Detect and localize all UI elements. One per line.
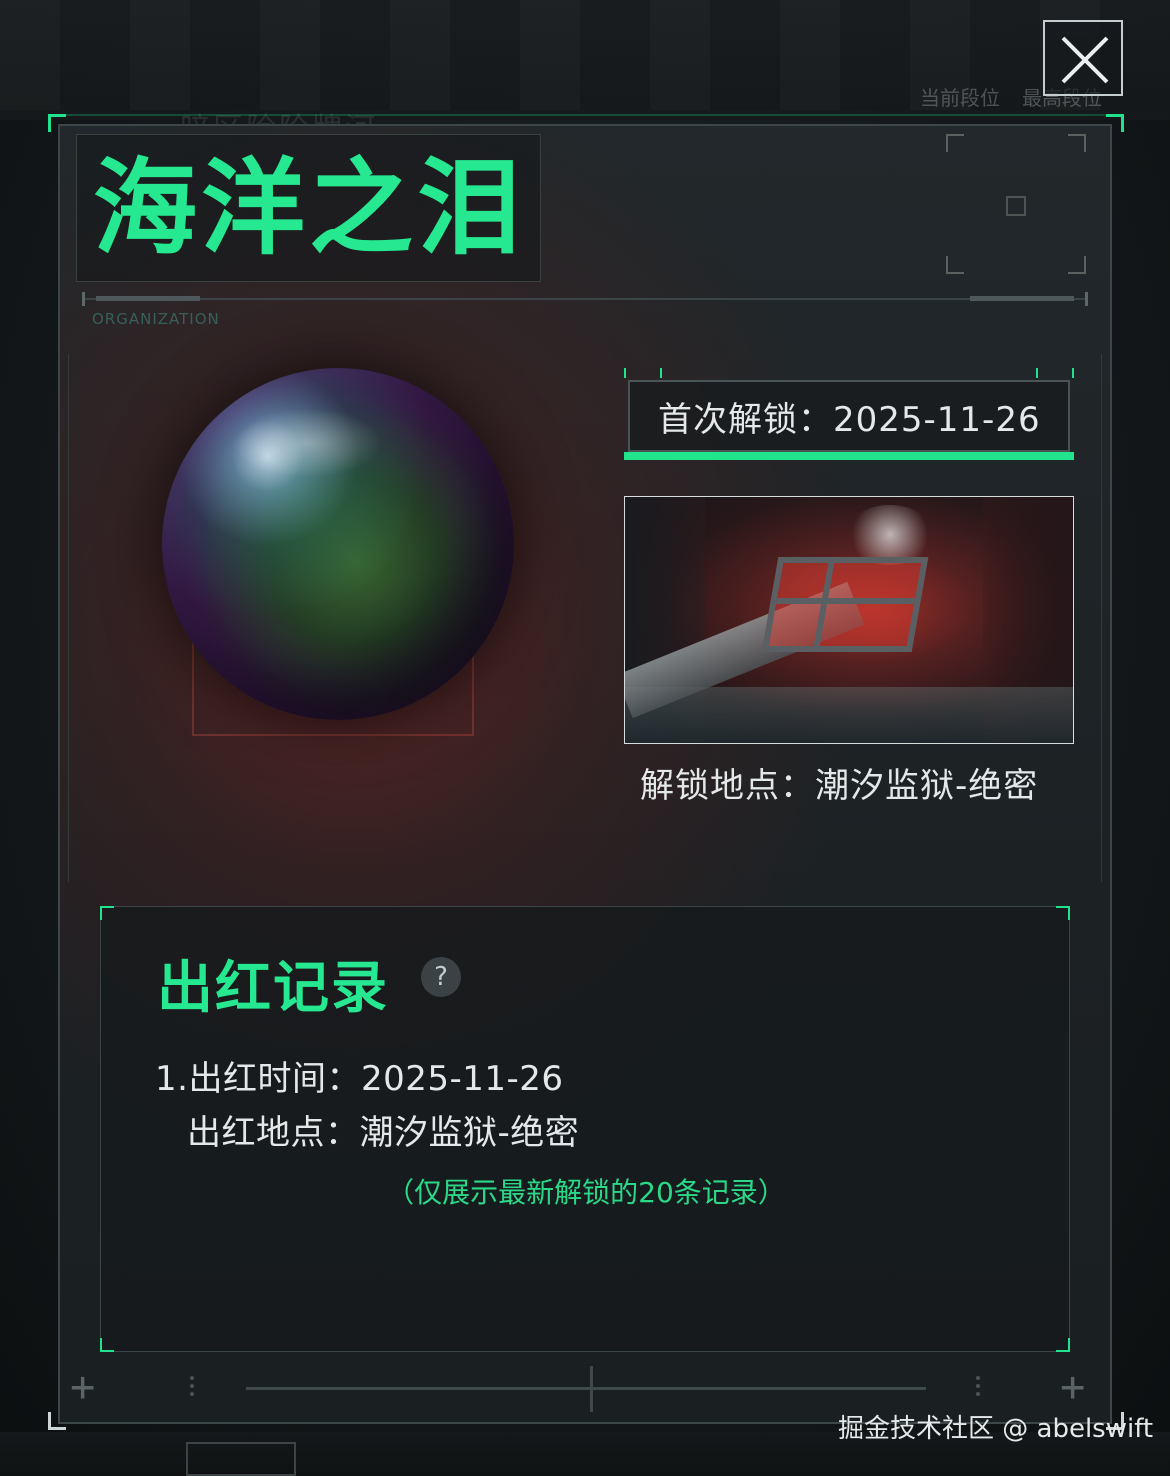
records-limit-note: （仅展示最新解锁的20条记录） bbox=[386, 1176, 786, 1209]
record-index: 1. bbox=[155, 1059, 189, 1099]
panel-top-glow bbox=[64, 114, 1106, 116]
close-button[interactable] bbox=[1043, 20, 1123, 96]
panel-corner-top-right bbox=[1106, 114, 1124, 132]
help-icon[interactable]: ? bbox=[421, 957, 461, 997]
first-unlock-box: 首次解锁：2025-11-26 bbox=[624, 368, 1074, 462]
record-place-line: 出红地点：潮汐监狱-绝密 bbox=[187, 1105, 579, 1154]
red-records-panel: 出红记录 ? 1.出红时间：2025-11-26 出红地点：潮汐监狱-绝密 （仅… bbox=[100, 906, 1070, 1352]
plus-icon-left: + bbox=[70, 1362, 96, 1411]
panel-corner-bottom-left bbox=[48, 1412, 66, 1430]
record-time: 2025-11-26 bbox=[360, 1059, 564, 1099]
reticle-decoration bbox=[946, 134, 1086, 274]
close-icon bbox=[1061, 36, 1109, 84]
unlock-location-value: 潮汐监狱-绝密 bbox=[815, 766, 1039, 806]
first-unlock-accent-bar bbox=[624, 452, 1074, 460]
first-unlock-date: 2025-11-26 bbox=[833, 400, 1041, 440]
plus-icon-right: + bbox=[1060, 1362, 1086, 1411]
item-title-box: 海洋之泪 bbox=[76, 134, 541, 282]
watermark: 掘金技术社区 @ abelswift bbox=[838, 1414, 1154, 1444]
title-divider bbox=[82, 292, 1088, 306]
unlock-location-image bbox=[624, 496, 1074, 744]
screen: 暗区险阶牌河 当前段位 最高段位 海洋之泪 ORGANIZATION bbox=[0, 0, 1170, 1476]
bottom-decoration: + + bbox=[70, 1362, 1100, 1412]
record-time-label: 出红时间： bbox=[188, 1059, 361, 1099]
records-title: 出红记录 bbox=[157, 956, 389, 1021]
unlock-location-label: 解锁地点： bbox=[640, 766, 815, 806]
first-unlock-text: 首次解锁：2025-11-26 bbox=[658, 392, 1041, 441]
organization-label: ORGANIZATION bbox=[92, 310, 220, 328]
unlock-location-caption: 解锁地点：潮汐监狱-绝密 bbox=[640, 758, 1038, 807]
panel-corner-top-left bbox=[48, 114, 66, 132]
item-name: 海洋之泪 bbox=[93, 147, 526, 269]
item-image-ocean-tear-orb bbox=[162, 368, 514, 720]
record-place-label: 出红地点： bbox=[187, 1113, 360, 1153]
record-place: 潮汐监狱-绝密 bbox=[359, 1113, 580, 1153]
current-rank-label: 当前段位 bbox=[920, 86, 1000, 110]
record-time-line: 1.出红时间：2025-11-26 bbox=[155, 1051, 564, 1100]
first-unlock-label: 首次解锁： bbox=[658, 400, 833, 440]
